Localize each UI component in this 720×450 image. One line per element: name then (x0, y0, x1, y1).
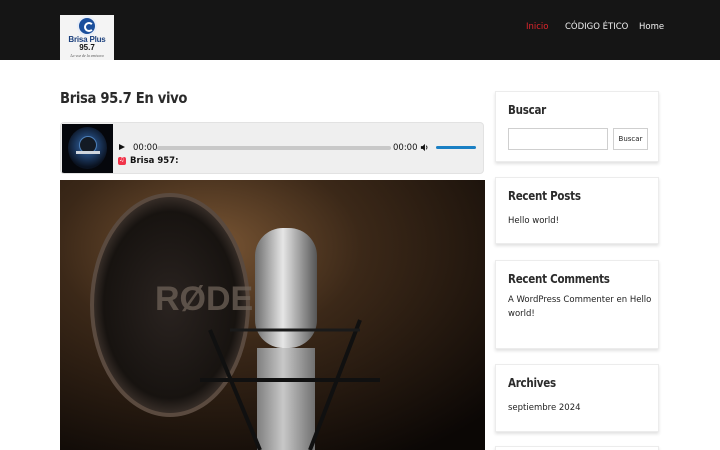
search-widget: Buscar Buscar (495, 91, 659, 162)
archives-title: Archives (508, 376, 556, 390)
recent-posts-widget: Recent Posts Hello world! (495, 177, 659, 244)
site-logo[interactable]: Brisa Plus 95.7 La voz de la emisora (60, 15, 114, 60)
nav-item-inicio[interactable]: Inicio (526, 22, 549, 32)
nav-item-home[interactable]: Home (639, 22, 664, 32)
microphone-illustration: RØDE (60, 180, 485, 450)
nav-item-codigo-etico[interactable]: CÓDIGO ÉTICO (565, 22, 628, 32)
recent-comments-widget: Recent Comments A WordPress Commenter en… (495, 260, 659, 349)
recent-post-link[interactable]: Hello world! (508, 214, 559, 229)
archive-link[interactable]: septiembre 2024 (508, 401, 581, 416)
volume-slider[interactable] (436, 146, 476, 149)
logo-tagline: La voz de la emisora (70, 53, 104, 58)
logo-frequency: 95.7 (79, 43, 95, 52)
site-header: Brisa Plus 95.7 La voz de la emisora Ini… (0, 0, 720, 60)
recent-comments-title: Recent Comments (508, 272, 610, 286)
recent-posts-title: Recent Posts (508, 189, 581, 203)
search-button[interactable]: Buscar (613, 128, 648, 150)
search-widget-title: Buscar (508, 103, 546, 117)
volume-icon[interactable] (420, 143, 429, 152)
cover-bar (76, 151, 100, 154)
studio-microphone-image: RØDE (60, 180, 485, 450)
play-icon[interactable] (119, 144, 125, 150)
station-label: Brisa 957: (130, 156, 179, 166)
current-time: 00:00 (133, 143, 158, 153)
seek-bar[interactable] (157, 146, 391, 150)
sidebar-widget-partial (495, 446, 659, 450)
recent-comment-line-2[interactable]: world! (508, 307, 535, 322)
svg-text:RØDE: RØDE (155, 280, 253, 318)
apple-music-icon (118, 156, 126, 165)
radio-emblem-icon (77, 16, 97, 36)
search-input[interactable] (508, 128, 608, 150)
duration-time: 00:00 (393, 143, 418, 153)
page-title: Brisa 95.7 En vivo (60, 89, 188, 107)
archives-widget: Archives septiembre 2024 (495, 364, 659, 432)
recent-comment-line-1[interactable]: A WordPress Commenter en Hello (508, 293, 651, 308)
station-cover-art (62, 124, 113, 173)
